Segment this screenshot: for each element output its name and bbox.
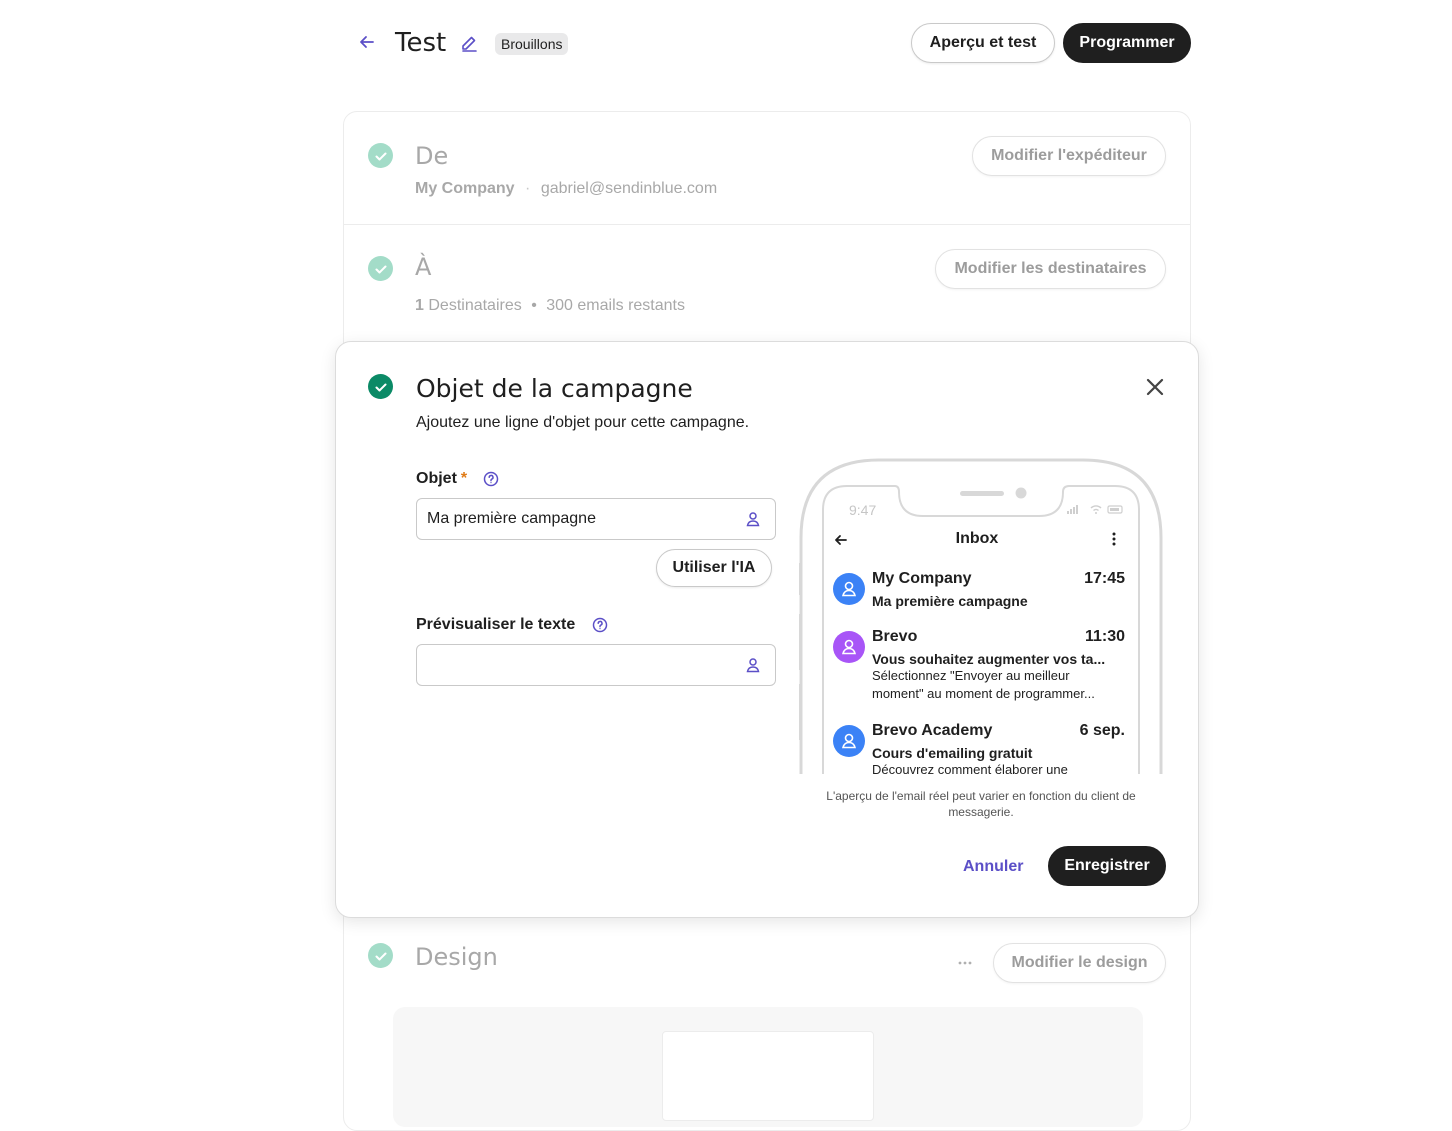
- email-time: 6 sep.: [1079, 722, 1125, 739]
- subject-input[interactable]: Ma première campagne: [416, 498, 776, 540]
- person-icon: [841, 581, 857, 597]
- email-subject: Cours d'emailing gratuit: [872, 745, 1033, 761]
- cancel-button[interactable]: Annuler: [963, 858, 1023, 876]
- required-mark: *: [460, 470, 468, 487]
- divider: [344, 224, 1190, 225]
- sender-check-icon: [368, 143, 393, 168]
- preview-text-input[interactable]: [416, 644, 776, 686]
- save-button[interactable]: Enregistrer: [1048, 846, 1166, 886]
- preview-text-label: Prévisualiser le texte: [416, 616, 576, 633]
- subject-modal: Objet de la campagne Ajoutez une ligne d…: [335, 341, 1199, 918]
- design-section-title: Design: [415, 943, 498, 971]
- phone-preview: 9:47 Inbox My Company 17:45 Ma première …: [799, 458, 1163, 774]
- subject-check-icon: [368, 374, 393, 399]
- inbox-title: Inbox: [955, 530, 999, 547]
- sender-section-title: De: [415, 142, 449, 170]
- email-preview-line: Sélectionnez "Envoyer au meilleur: [872, 668, 1070, 683]
- email-sender: My Company: [872, 570, 972, 587]
- avatar: [833, 573, 865, 605]
- recipients-check-icon: [368, 256, 393, 281]
- preview-test-button[interactable]: Aperçu et test: [911, 23, 1055, 63]
- emails-remaining: 300 emails restants: [546, 297, 685, 314]
- more-dots-icon[interactable]: [957, 955, 973, 971]
- help-icon[interactable]: [592, 617, 608, 633]
- separator-dot: •: [531, 297, 537, 314]
- kebab-menu-icon: [1112, 532, 1116, 546]
- use-ai-button[interactable]: Utiliser l'IA: [656, 549, 772, 587]
- email-time: 17:45: [1084, 570, 1125, 587]
- edit-sender-button[interactable]: Modifier l'expéditeur: [972, 136, 1166, 176]
- schedule-button[interactable]: Programmer: [1063, 23, 1191, 63]
- edit-recipients-button[interactable]: Modifier les destinataires: [935, 249, 1166, 289]
- avatar: [833, 631, 865, 663]
- person-icon: [841, 639, 857, 655]
- email-subject: Vous souhaitez augmenter vos ta...: [872, 651, 1106, 667]
- modal-description: Ajoutez une ligne d'objet pour cette cam…: [416, 414, 750, 431]
- help-icon[interactable]: [483, 471, 499, 487]
- back-arrow-icon[interactable]: [358, 33, 376, 51]
- top-bar: Test Brouillons Aperçu et test Programme…: [0, 0, 1452, 90]
- sender-name: My Company: [415, 180, 515, 197]
- design-check-icon: [368, 943, 393, 968]
- status-badge: Brouillons: [495, 33, 569, 55]
- subject-input-value: Ma première campagne: [427, 510, 596, 527]
- email-sender: Brevo Academy: [872, 722, 993, 739]
- sender-info: My Company · gabriel@sendinblue.com: [415, 180, 717, 198]
- avatar: [833, 725, 865, 757]
- design-thumbnail[interactable]: [662, 1031, 874, 1121]
- email-time: 11:30: [1084, 628, 1125, 645]
- recipient-label: Destinataires: [428, 297, 522, 314]
- email-subject: Ma première campagne: [872, 593, 1028, 609]
- pencil-icon[interactable]: [460, 34, 478, 52]
- email-preview-line: Découvrez comment élaborer une: [872, 762, 1068, 774]
- recipients-section-title: À: [415, 253, 432, 281]
- personalization-icon[interactable]: [745, 511, 761, 527]
- edit-design-button[interactable]: Modifier le design: [993, 943, 1166, 983]
- phone-clock: 9:47: [849, 502, 877, 518]
- recipients-info: 1 Destinataires • 300 emails restants: [415, 297, 685, 315]
- close-icon[interactable]: [1144, 376, 1166, 398]
- modal-title: Objet de la campagne: [416, 374, 693, 403]
- email-sender: Brevo: [872, 628, 918, 645]
- recipient-count: 1: [415, 297, 424, 314]
- preview-disclaimer: L'aperçu de l'email réel peut varier en …: [826, 789, 1136, 819]
- person-icon: [841, 733, 857, 749]
- sender-email: gabriel@sendinblue.com: [540, 180, 718, 197]
- subject-label: Objet *: [416, 470, 467, 488]
- subject-label-text: Objet: [416, 470, 457, 487]
- email-preview-line: moment" au moment de programmer...: [872, 686, 1095, 701]
- separator-dot: ·: [525, 180, 531, 197]
- page-title: Test: [395, 28, 447, 58]
- personalization-icon[interactable]: [745, 657, 761, 673]
